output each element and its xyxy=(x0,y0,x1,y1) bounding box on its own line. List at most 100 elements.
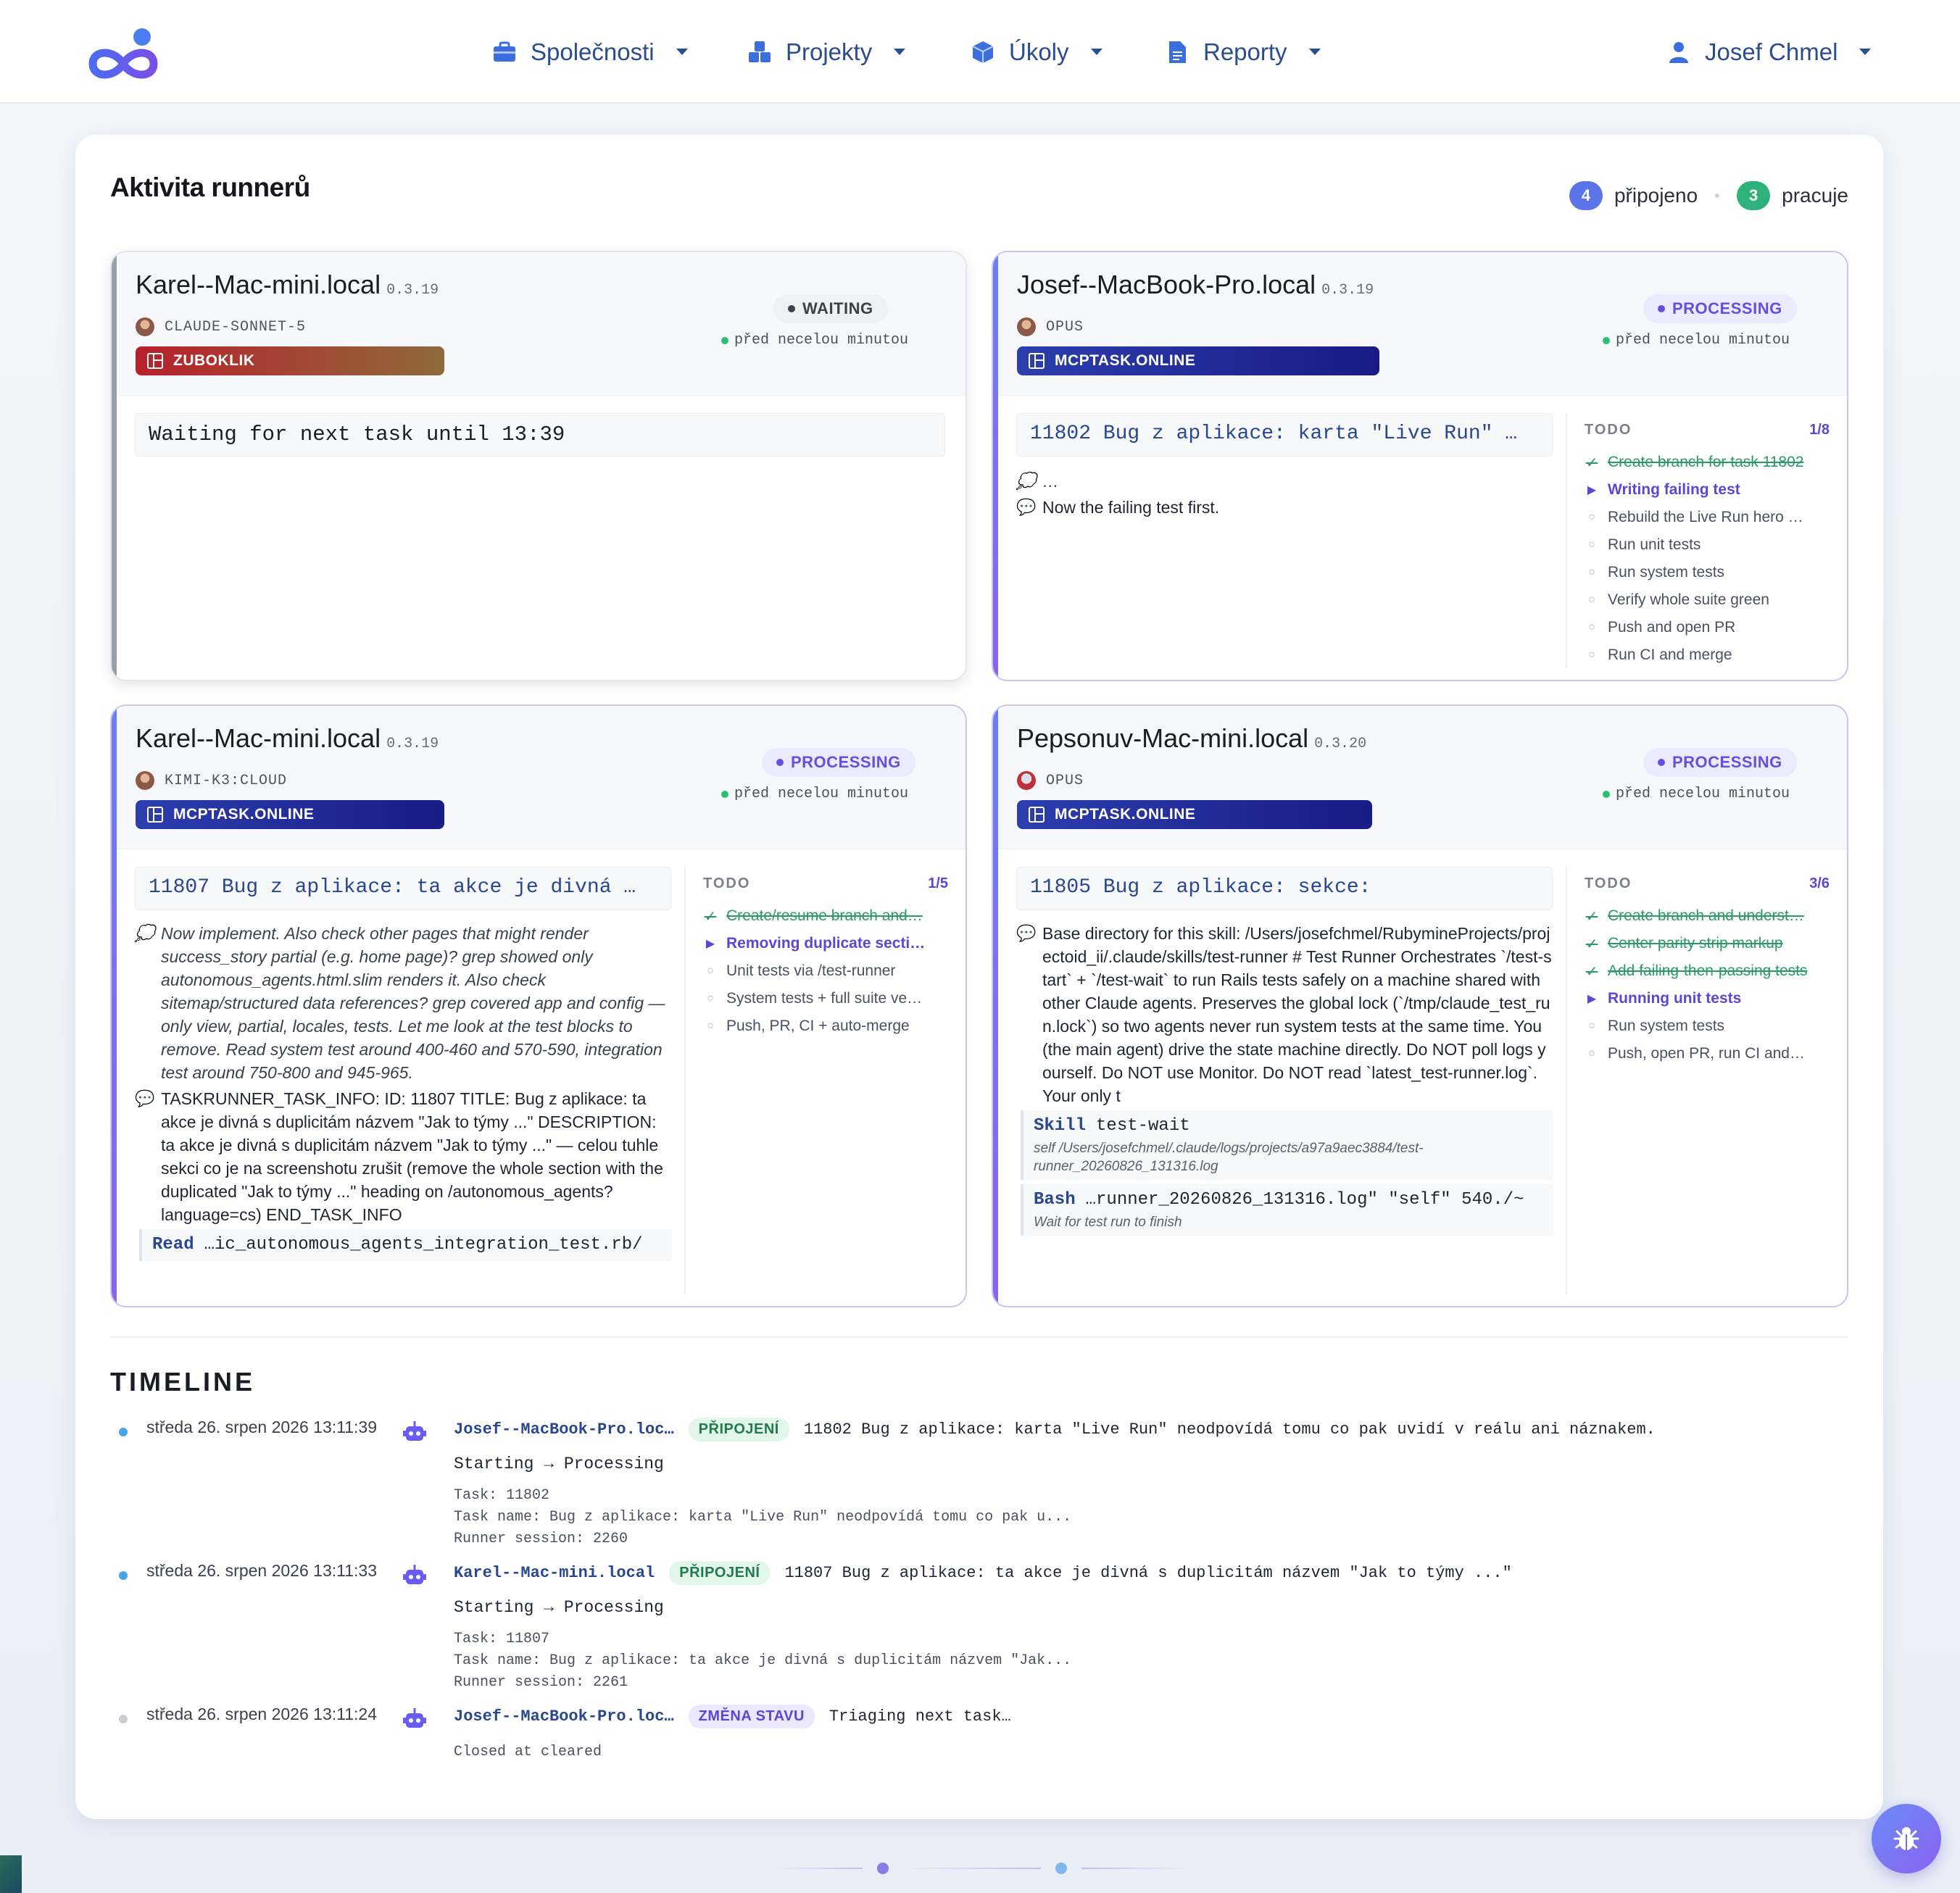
thought-bubble-icon: 💭 xyxy=(135,924,155,942)
todo-text: Create/resume branch and… xyxy=(726,907,923,924)
pager-dot-active[interactable] xyxy=(877,1863,889,1874)
event-detail: Task: 11807 xyxy=(454,1631,550,1647)
event-runner-link[interactable]: Josef--MacBook-Pro.loc… xyxy=(454,1707,674,1726)
user-menu[interactable]: Josef Chmel xyxy=(1666,0,1872,104)
event-runner-link[interactable]: Karel--Mac-mini.local xyxy=(454,1564,655,1582)
status-label: PROCESSING xyxy=(1672,299,1782,317)
tool-call-bash[interactable]: Bash …runner_20260826_131316.log" "self" … xyxy=(1021,1184,1553,1236)
todo-label: TODO xyxy=(703,875,751,891)
todo-item: ✓ Create branch and underst… xyxy=(1585,902,1830,930)
event-runner-link[interactable]: Josef--MacBook-Pro.loc… xyxy=(454,1420,674,1439)
todo-list: TODO 3/6 ✓ Create branch and underst… ✓ Cen… xyxy=(1566,867,1830,1294)
event-headline: Karel--Mac-mini.local PŘIPOJENÍ 11807 Bug … xyxy=(454,1561,1860,1585)
todo-item: ○ Unit tests via /test-runner xyxy=(703,957,948,985)
last-seen-text: před necelou minutou xyxy=(734,332,909,349)
status-badge: WAITING xyxy=(773,294,888,323)
tool-call-skill[interactable]: Skill test-wait self /Users/josefchmel/.cl… xyxy=(1021,1110,1553,1180)
runner-card[interactable]: Pepsonuv-Mac-mini.local 0.3.20 OPUS MCPTA… xyxy=(992,704,1848,1307)
nav-item-projects[interactable]: Projekty xyxy=(747,0,906,104)
runner-host: Karel--Mac-mini.local xyxy=(136,270,381,299)
nav-item-label: Projekty xyxy=(786,38,873,65)
circle-icon: ○ xyxy=(1588,1047,1595,1060)
runner-card[interactable]: Karel--Mac-mini.local 0.3.19 KIMI-K3:CLOU… xyxy=(110,704,967,1307)
todo-item: ✓ Create branch for task 11802 xyxy=(1585,449,1830,476)
model-name: OPUS xyxy=(1046,772,1084,789)
event-detail: Task name: Bug z aplikace: karta "Live R… xyxy=(454,1509,1072,1526)
event-type-badge: PŘIPOJENÍ xyxy=(669,1561,771,1585)
nav-item-reports[interactable]: Reporty xyxy=(1164,0,1321,104)
nav-item-companies[interactable]: Společnosti xyxy=(491,0,688,104)
event-type-badge: ZMĚNA STAVU xyxy=(688,1705,815,1728)
robot-icon xyxy=(403,1421,426,1441)
project-badge[interactable]: ZUBOKLIK xyxy=(136,346,444,375)
current-task[interactable]: 11802 Bug z aplikace: karta "Live Run" … xyxy=(1016,413,1553,457)
message-stream: 💬 Base directory for this skill: /Users/j… xyxy=(1016,922,1553,1240)
project-icon xyxy=(147,807,163,823)
working-label: pracuje xyxy=(1782,184,1848,207)
check-icon: ✓ xyxy=(1585,936,1598,952)
bug-report-button[interactable] xyxy=(1872,1804,1941,1873)
runner-card[interactable]: Karel--Mac-mini.local 0.3.19 CLAUDE-SONNE… xyxy=(110,251,967,681)
app-logo[interactable] xyxy=(87,25,159,83)
todo-text: Run system tests xyxy=(1608,564,1725,581)
todo-text: Create branch and underst… xyxy=(1608,907,1804,924)
todo-header: TODO 1/5 xyxy=(703,875,948,892)
connected-label: připojeno xyxy=(1614,184,1698,207)
tool-call-read[interactable]: Read …ic_autonomous_agents_integration_te… xyxy=(139,1229,671,1261)
robot-icon xyxy=(403,1708,426,1728)
nav-item-tasks[interactable]: Úkoly xyxy=(970,0,1102,104)
event-summary: 11807 Bug z aplikace: ta akce je divná s… xyxy=(784,1564,1512,1582)
runner-counts: 4 připojeno 3 pracuje xyxy=(1569,181,1848,210)
nav-item-label: Společnosti xyxy=(531,38,655,65)
online-dot xyxy=(721,790,728,798)
check-icon: ✓ xyxy=(1585,454,1598,471)
status-stripe xyxy=(112,706,117,1306)
runner-host: Pepsonuv-Mac-mini.local xyxy=(1017,723,1309,753)
message-text: Base directory for this skill: /Users/jo… xyxy=(1042,924,1552,1105)
tool-name: Bash xyxy=(1034,1190,1076,1210)
chevron-down-icon xyxy=(1090,49,1102,55)
todo-text: System tests + full suite ve… xyxy=(726,990,923,1007)
status-dot xyxy=(1658,759,1665,766)
message-stream: 💭 Now implement. Also check other pages t… xyxy=(135,922,671,1265)
project-badge[interactable]: MCPTASK.ONLINE xyxy=(136,800,444,829)
project-badge[interactable]: MCPTASK.ONLINE xyxy=(1017,800,1372,829)
todo-item: ○ Rebuild the Live Run hero … xyxy=(1585,504,1830,531)
status-stripe xyxy=(112,252,117,680)
user-icon xyxy=(1669,41,1688,63)
project-name: MCPTASK.ONLINE xyxy=(173,806,315,823)
caret-right-icon: ▶ xyxy=(705,938,715,950)
caret-right-icon: ▶ xyxy=(1587,484,1597,496)
event-summary: 11802 Bug z aplikace: karta "Live Run" n… xyxy=(803,1420,1656,1439)
top-navbar: Společnosti Projekty Úkoly Reporty Josef… xyxy=(0,0,1960,104)
status-badge: PROCESSING xyxy=(1643,294,1797,323)
runner-card[interactable]: Josef--MacBook-Pro.local 0.3.19 OPUS MCPT… xyxy=(992,251,1848,681)
avatar xyxy=(136,317,154,336)
todo-item: ▶ Running unit tests xyxy=(1585,985,1830,1012)
tool-name: Skill xyxy=(1034,1116,1087,1136)
cubes-icon xyxy=(749,41,771,62)
current-task[interactable]: 11807 Bug z aplikace: ta akce je divná … xyxy=(135,867,671,910)
todo-item: ✓ Add failing-then-passing tests xyxy=(1585,957,1830,985)
event-detail: Runner session: 2261 xyxy=(454,1674,628,1691)
status-badge: PROCESSING xyxy=(1643,748,1797,777)
project-badge[interactable]: MCPTASK.ONLINE xyxy=(1017,346,1379,375)
pager-dot[interactable] xyxy=(1055,1863,1067,1874)
briefcase-icon xyxy=(494,41,515,62)
bug-icon xyxy=(1893,1827,1919,1850)
last-seen-text: před necelou minutou xyxy=(734,786,909,802)
status-label: WAITING xyxy=(802,299,873,317)
file-icon xyxy=(1169,41,1186,63)
event-detail: Runner session: 2260 xyxy=(454,1531,628,1547)
todo-label: TODO xyxy=(1585,422,1632,438)
thought-bubble-icon: 💭 xyxy=(1016,472,1037,490)
text-message: 💬 Base directory for this skill: /Users/j… xyxy=(1016,922,1553,1107)
runner-version: 0.3.19 xyxy=(386,736,439,752)
connected-count-badge: 4 xyxy=(1569,181,1603,210)
todo-item: ○ Push and open PR xyxy=(1585,614,1830,641)
check-icon: ✓ xyxy=(1585,963,1598,980)
current-task[interactable]: 11805 Bug z aplikace: sekce: xyxy=(1016,867,1553,910)
tool-argument: …runner_20260826_131316.log" "self" 540.… xyxy=(1085,1190,1524,1210)
todo-progress: 3/6 xyxy=(1809,875,1830,891)
circle-icon: ○ xyxy=(1588,1020,1595,1032)
